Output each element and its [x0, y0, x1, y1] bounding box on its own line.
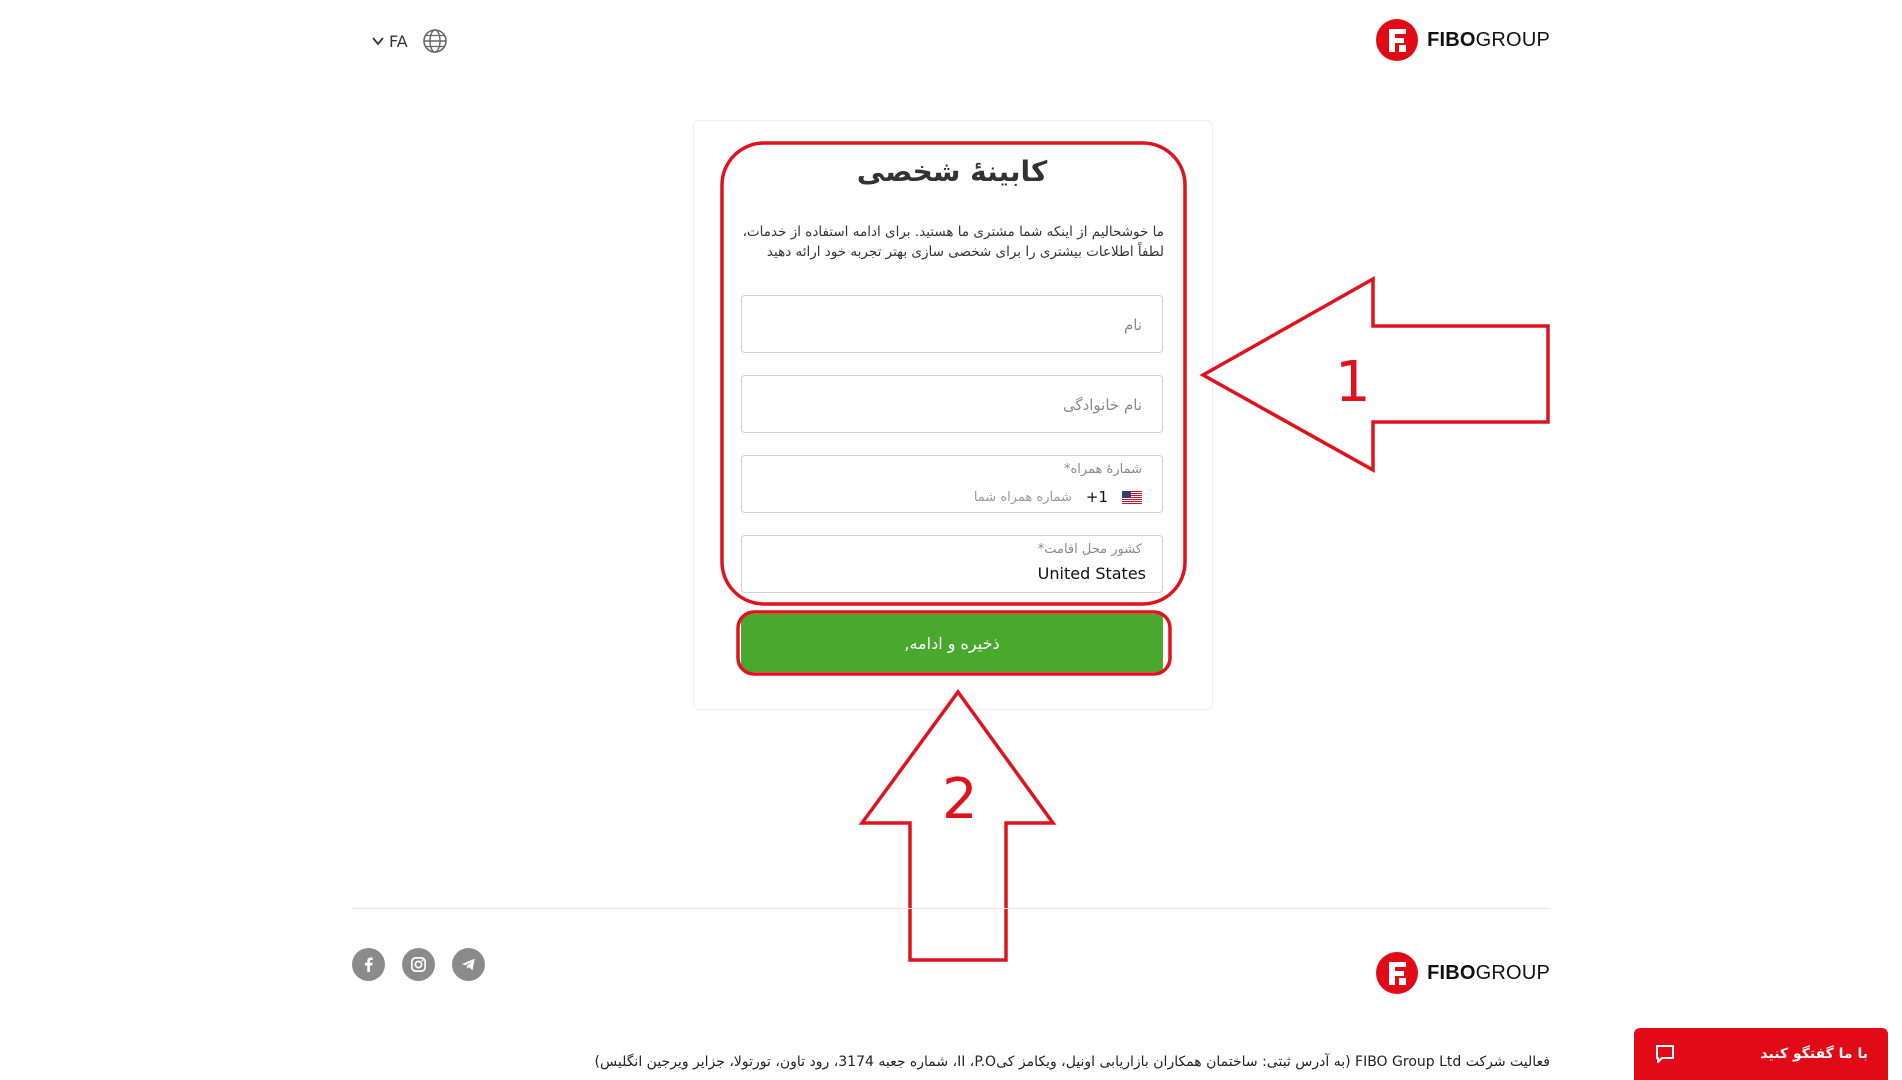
social-links: [352, 948, 485, 981]
save-continue-button[interactable]: ذخیره و ادامه,: [741, 614, 1163, 672]
logo-brand-light: GROUP: [1475, 28, 1550, 51]
logo-brand-strong: FIBO: [1427, 961, 1476, 984]
phone-country-code: +1: [1085, 488, 1108, 506]
phone-label: شمارهٔ همراه*: [1063, 462, 1142, 477]
footer-logo[interactable]: FIBOGROUP: [1375, 951, 1550, 995]
telegram-icon: [461, 958, 475, 971]
last-name-field[interactable]: نام خانوادگی: [741, 375, 1163, 433]
country-field[interactable]: کشور محل اقامت* United States: [741, 535, 1163, 593]
globe-icon[interactable]: [422, 28, 448, 54]
fibo-logo-icon: [1376, 952, 1419, 994]
chat-label: با ما گفتگو کنید: [1760, 1046, 1868, 1062]
page: FA FIBOGROUP کابینهٔ شخصی ما خوشحالیم از…: [0, 0, 1902, 1080]
legal-text: فعالیت شرکت FIBO Group Ltd (به آدرس ثبتی…: [594, 1054, 1550, 1070]
arrow-1-label: 1: [1335, 350, 1371, 415]
language-select[interactable]: FA: [371, 32, 408, 51]
telegram-link[interactable]: [452, 948, 485, 981]
phone-placeholder: شماره همراه شما: [973, 489, 1072, 505]
logo-brand-light: GROUP: [1475, 961, 1550, 984]
chat-bubble-icon: [1656, 1045, 1674, 1063]
first-name-field[interactable]: نام: [741, 295, 1163, 353]
facebook-icon: [364, 957, 373, 973]
arrow-2: [858, 689, 1057, 962]
logo-brand-strong: FIBO: [1427, 28, 1476, 51]
country-label: کشور محل اقامت*: [1037, 542, 1142, 557]
country-value: United States: [1037, 564, 1146, 583]
header-logo[interactable]: FIBOGROUP: [1375, 18, 1550, 62]
arrow-2-label: 2: [942, 767, 978, 832]
page-title: کابینهٔ شخصی: [856, 155, 1048, 188]
instagram-link[interactable]: [402, 948, 435, 981]
phone-field[interactable]: شمارهٔ همراه* شماره همراه شما +1: [741, 455, 1163, 513]
language-switcher: FA: [371, 28, 448, 54]
intro-text: ما خوشحالیم از اینکه شما مشتری ما هستید.…: [742, 224, 1164, 260]
phone-input-row: شماره همراه شما +1: [974, 488, 1142, 506]
us-flag-icon[interactable]: [1122, 490, 1142, 504]
footer-divider: [352, 908, 1550, 909]
language-code: FA: [389, 31, 408, 51]
last-name-placeholder: نام خانوادگی: [1062, 396, 1142, 414]
arrow-1: [1199, 276, 1550, 473]
facebook-link[interactable]: [352, 948, 385, 981]
chat-widget-button[interactable]: با ما گفتگو کنید: [1634, 1028, 1888, 1080]
instagram-icon: [410, 956, 427, 973]
fibo-logo-icon: [1376, 19, 1419, 61]
first-name-placeholder: نام: [1123, 316, 1142, 334]
chevron-down-icon: [372, 37, 384, 46]
